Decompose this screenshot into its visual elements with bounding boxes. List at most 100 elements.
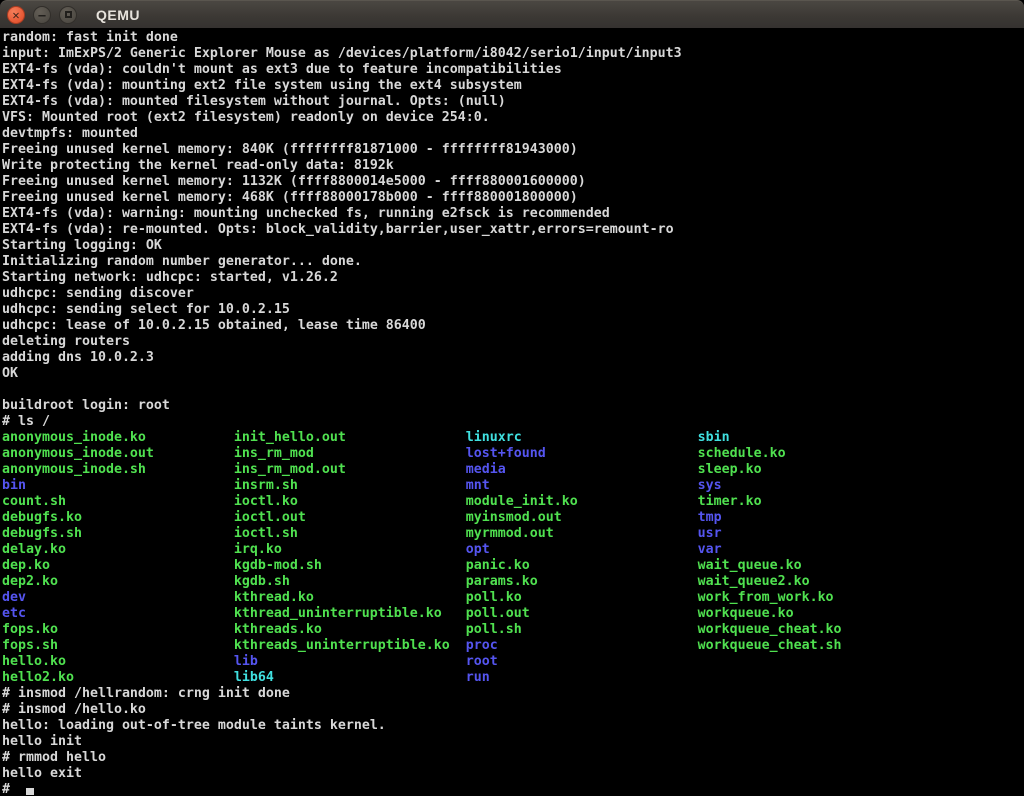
ls-entry: run [466, 670, 490, 686]
ls-entry: work_from_work.ko [698, 590, 834, 606]
ls-entry: ioctl.ko [234, 494, 466, 510]
ls-entry: sleep.ko [698, 462, 762, 478]
terminal-line: Freeing unused kernel memory: 1132K (fff… [2, 174, 1024, 190]
ls-entry: schedule.ko [698, 446, 786, 462]
ls-entry: irq.ko [234, 542, 466, 558]
ls-entry: insrm.sh [234, 478, 466, 494]
terminal-line: # rmmod hello [2, 750, 1024, 766]
ls-entry: media [466, 462, 698, 478]
ls-entry: sys [698, 478, 722, 494]
ls-entry: lib [234, 654, 466, 670]
ls-entry: hello.ko [2, 654, 234, 670]
terminal-cursor [26, 788, 34, 795]
qemu-window: ✕ — QEMU random: fast init doneinput: Im… [0, 0, 1024, 796]
terminal-screen[interactable]: random: fast init doneinput: ImExPS/2 Ge… [0, 28, 1024, 796]
terminal-line: Initializing random number generator... … [2, 254, 1024, 270]
shell-prompt: # [2, 782, 18, 796]
ls-row: dep2.kokgdb.shparams.kowait_queue2.ko [2, 574, 1024, 590]
ls-entry: poll.ko [466, 590, 698, 606]
ls-row: anonymous_inode.shins_rm_mod.outmediasle… [2, 462, 1024, 478]
ls-entry: kgdb-mod.sh [234, 558, 466, 574]
terminal-line: Write protecting the kernel read-only da… [2, 158, 1024, 174]
ls-entry: workqueue.ko [698, 606, 794, 622]
ls-entry: params.ko [466, 574, 698, 590]
ls-entry: workqueue_cheat.sh [698, 638, 842, 654]
titlebar[interactable]: ✕ — QEMU [0, 0, 1024, 28]
terminal-line: VFS: Mounted root (ext2 filesystem) read… [2, 110, 1024, 126]
terminal-line: Freeing unused kernel memory: 840K (ffff… [2, 142, 1024, 158]
terminal-line: random: fast init done [2, 30, 1024, 46]
ls-entry: workqueue_cheat.ko [698, 622, 842, 638]
ls-entry: var [698, 542, 722, 558]
ls-entry: kgdb.sh [234, 574, 466, 590]
ls-entry: fops.ko [2, 622, 234, 638]
terminal-line: # ls / [2, 414, 1024, 430]
ls-entry: kthread_uninterruptible.ko [234, 606, 466, 622]
ls-row: hello2.kolib64run [2, 670, 1024, 686]
ls-entry: kthread.ko [234, 590, 466, 606]
ls-entry: dep.ko [2, 558, 234, 574]
ls-entry: sbin [698, 430, 730, 446]
minimize-button[interactable]: — [33, 6, 51, 24]
ls-entry: dep2.ko [2, 574, 234, 590]
terminal-line [2, 382, 1024, 398]
terminal-line: Starting network: udhcpc: started, v1.26… [2, 270, 1024, 286]
ls-row: bininsrm.shmntsys [2, 478, 1024, 494]
ls-entry: delay.ko [2, 542, 234, 558]
ls-entry: poll.sh [466, 622, 698, 638]
ls-entry: ioctl.out [234, 510, 466, 526]
terminal-line: hello exit [2, 766, 1024, 782]
ls-row: delay.koirq.kooptvar [2, 542, 1024, 558]
terminal-line: udhcpc: sending select for 10.0.2.15 [2, 302, 1024, 318]
ls-row: debugfs.shioctl.shmyrmmod.outusr [2, 526, 1024, 542]
terminal-line: Starting logging: OK [2, 238, 1024, 254]
ls-entry: usr [698, 526, 722, 542]
ls-entry: module_init.ko [466, 494, 698, 510]
ls-entry: proc [466, 638, 698, 654]
terminal-line: buildroot login: root [2, 398, 1024, 414]
ls-row: fops.kokthreads.kopoll.shworkqueue_cheat… [2, 622, 1024, 638]
ls-entry: init_hello.out [234, 430, 466, 446]
ls-entry: debugfs.ko [2, 510, 234, 526]
minimize-icon: — [38, 9, 45, 21]
terminal-line: hello init [2, 734, 1024, 750]
ls-row: hello.kolibroot [2, 654, 1024, 670]
terminal-line: EXT4-fs (vda): warning: mounting uncheck… [2, 206, 1024, 222]
close-icon: ✕ [12, 9, 19, 21]
terminal-line: devtmpfs: mounted [2, 126, 1024, 142]
ls-entry: wait_queue.ko [698, 558, 802, 574]
maximize-button[interactable] [59, 6, 77, 24]
terminal-line: adding dns 10.0.2.3 [2, 350, 1024, 366]
ls-entry: anonymous_inode.out [2, 446, 234, 462]
terminal-line: EXT4-fs (vda): mounted filesystem withou… [2, 94, 1024, 110]
ls-entry: fops.sh [2, 638, 234, 654]
ls-entry: kthreads_uninterruptible.ko [234, 638, 466, 654]
ls-entry: myinsmod.out [466, 510, 698, 526]
window-title: QEMU [96, 7, 140, 23]
terminal-line: udhcpc: sending discover [2, 286, 1024, 302]
close-button[interactable]: ✕ [7, 6, 25, 24]
ls-entry: count.sh [2, 494, 234, 510]
ls-entry: ioctl.sh [234, 526, 466, 542]
ls-row: anonymous_inode.outins_rm_modlost+founds… [2, 446, 1024, 462]
ls-row: devkthread.kopoll.kowork_from_work.ko [2, 590, 1024, 606]
ls-row: anonymous_inode.koinit_hello.outlinuxrcs… [2, 430, 1024, 446]
ls-entry: lib64 [234, 670, 466, 686]
ls-entry: tmp [698, 510, 722, 526]
ls-entry: opt [466, 542, 698, 558]
ls-entry: timer.ko [698, 494, 762, 510]
maximize-icon [65, 11, 72, 18]
ls-entry: mnt [466, 478, 698, 494]
terminal-line: # insmod /hello.ko [2, 702, 1024, 718]
terminal-line: udhcpc: lease of 10.0.2.15 obtained, lea… [2, 318, 1024, 334]
ls-entry: ins_rm_mod [234, 446, 466, 462]
ls-entry: dev [2, 590, 234, 606]
ls-entry: ins_rm_mod.out [234, 462, 466, 478]
ls-entry: kthreads.ko [234, 622, 466, 638]
terminal-line: EXT4-fs (vda): mounting ext2 file system… [2, 78, 1024, 94]
terminal-line: input: ImExPS/2 Generic Explorer Mouse a… [2, 46, 1024, 62]
prompt-line: # [2, 782, 1024, 796]
terminal-line: EXT4-fs (vda): re-mounted. Opts: block_v… [2, 222, 1024, 238]
terminal-line: Freeing unused kernel memory: 468K (ffff… [2, 190, 1024, 206]
ls-row: count.shioctl.komodule_init.kotimer.ko [2, 494, 1024, 510]
